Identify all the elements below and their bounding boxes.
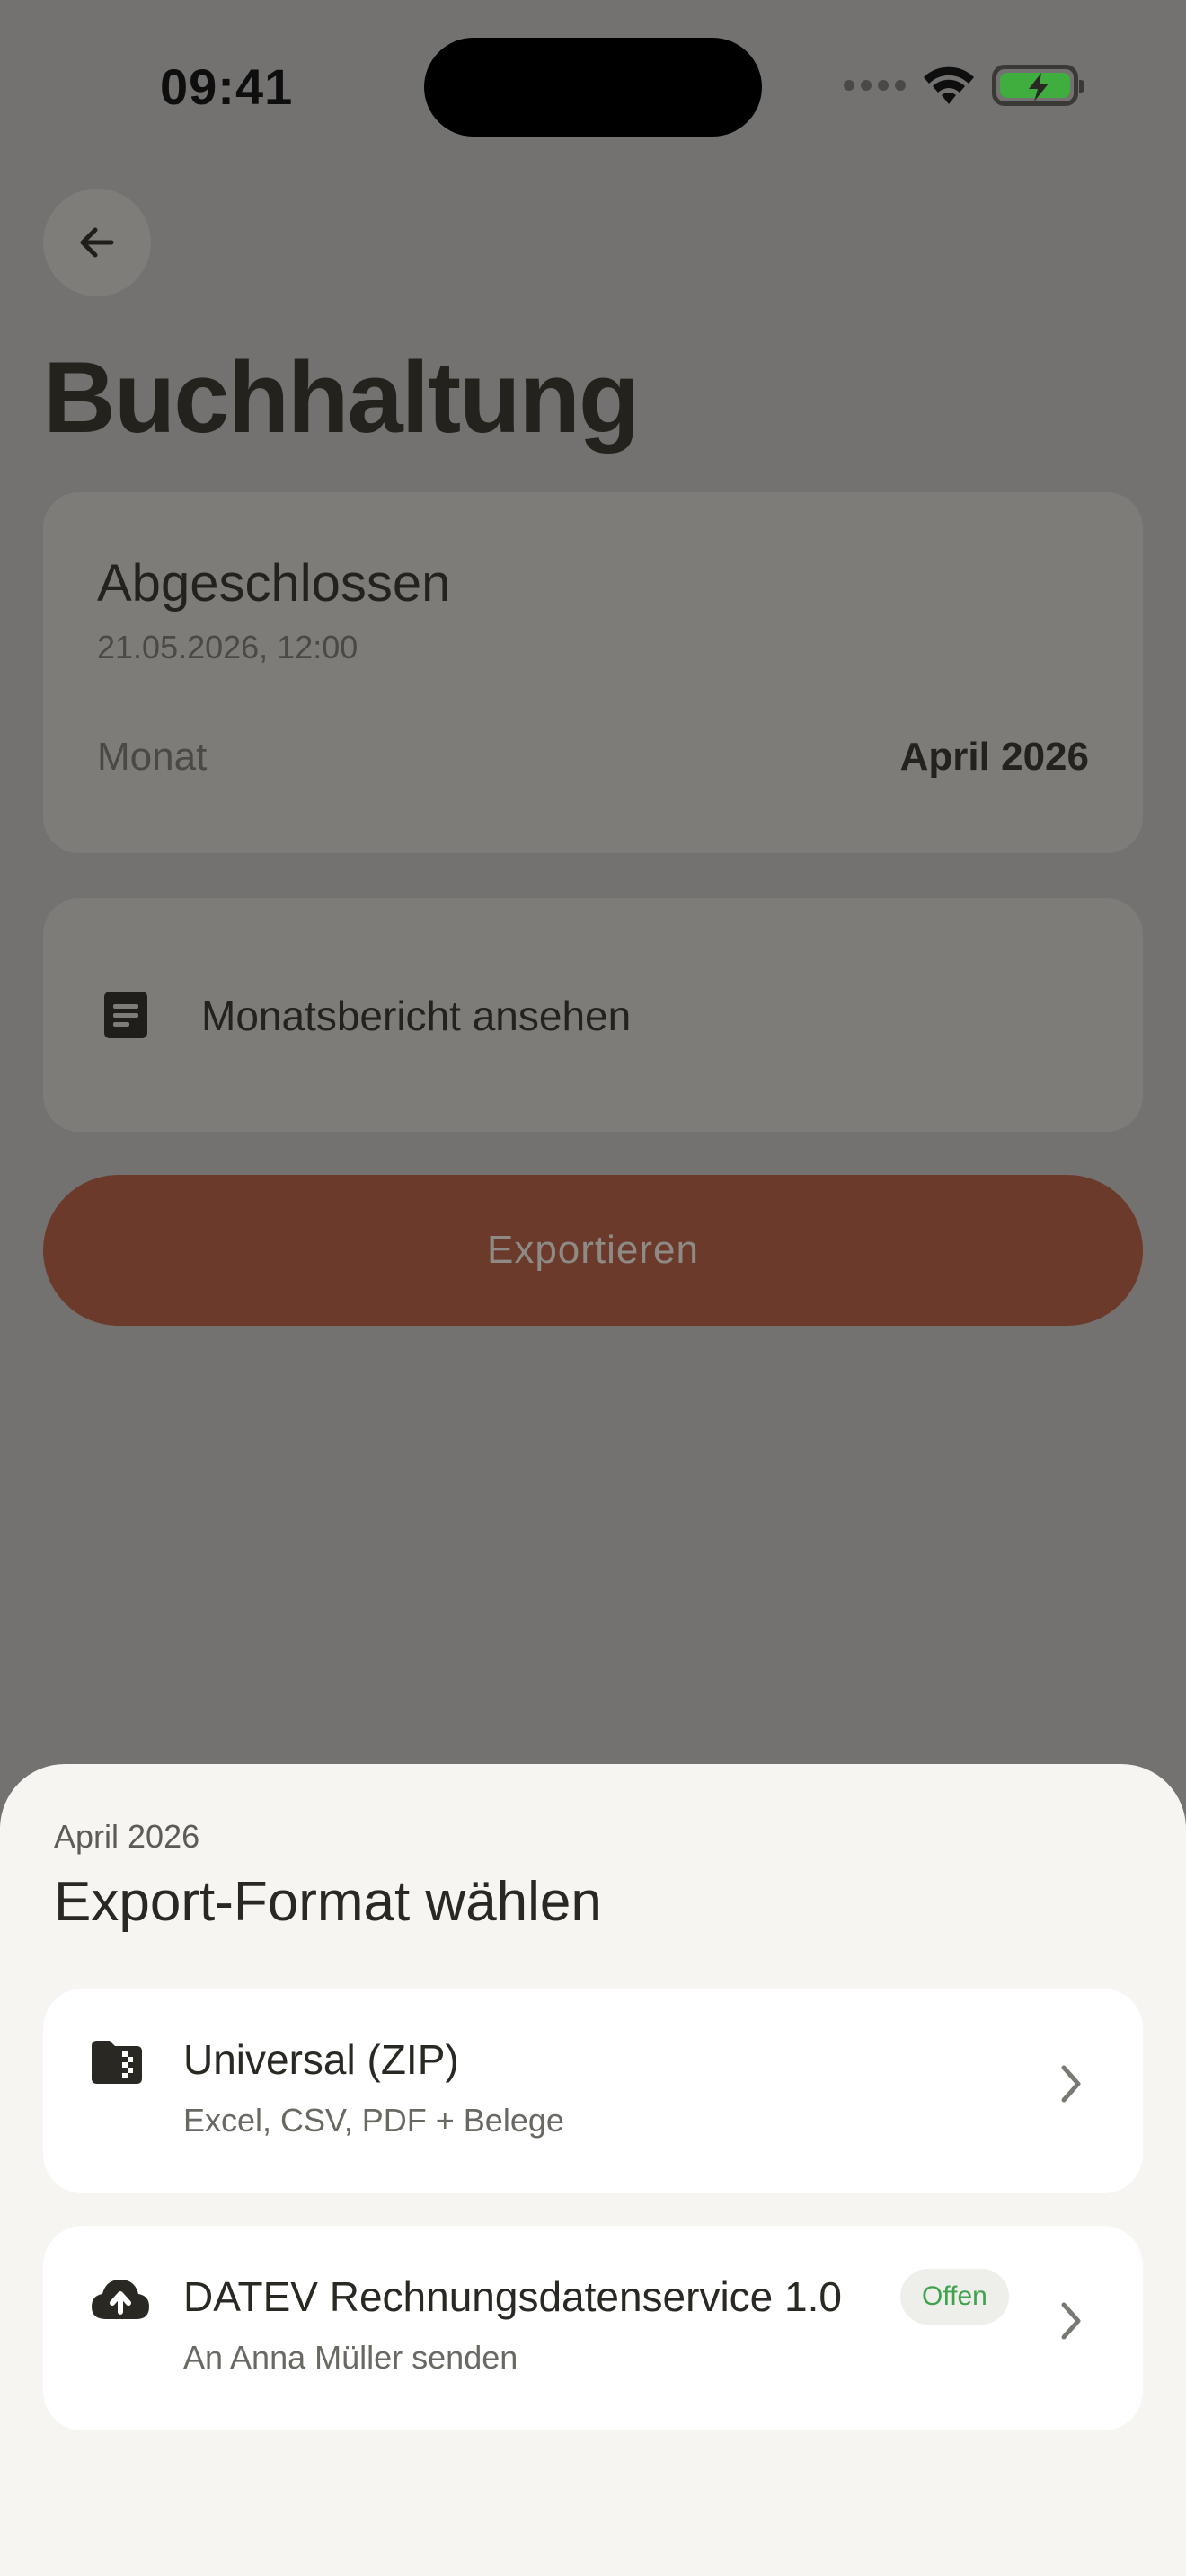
status-badge: Offen <box>900 2269 1009 2325</box>
page-title: Buchhaltung <box>43 341 640 454</box>
export-button[interactable]: Exportieren <box>43 1175 1143 1326</box>
status-icons <box>844 65 1084 106</box>
accounting-status-card: Abgeschlossen 21.05.2026, 12:00 Monat Ap… <box>43 492 1143 853</box>
zip-folder-icon <box>92 2041 142 2084</box>
option-title: Universal (ZIP) <box>183 2036 459 2083</box>
wifi-icon <box>924 66 974 104</box>
cloud-upload-icon <box>92 2280 149 2319</box>
document-icon <box>104 992 147 1038</box>
month-value: April 2026 <box>899 735 1089 779</box>
export-format-sheet: April 2026 Export-Format wählen Universa… <box>0 1764 1186 2576</box>
battery-icon <box>992 65 1084 106</box>
cellular-signal-icon <box>844 80 906 91</box>
status-time: 09:41 <box>160 58 294 115</box>
chevron-right-icon <box>1061 2302 1081 2340</box>
option-subtitle: Excel, CSV, PDF + Belege <box>183 2102 564 2139</box>
dynamic-island <box>424 38 762 137</box>
month-label: Monat <box>97 735 208 779</box>
arrow-left-icon <box>80 227 114 258</box>
option-universal-zip[interactable]: Universal (ZIP) Excel, CSV, PDF + Belege <box>43 1989 1143 2193</box>
option-title: DATEV Rechnungsdatenservice 1.0 <box>183 2273 842 2320</box>
option-subtitle: An Anna Müller senden <box>183 2339 518 2376</box>
sheet-eyebrow: April 2026 <box>54 1818 200 1855</box>
monthly-report-label: Monatsbericht ansehen <box>201 992 632 1039</box>
monthly-report-button[interactable]: Monatsbericht ansehen <box>43 898 1143 1132</box>
back-button[interactable] <box>43 189 151 296</box>
chevron-right-icon <box>1061 2065 1081 2103</box>
option-datev[interactable]: DATEV Rechnungsdatenservice 1.0 An Anna … <box>43 2226 1143 2430</box>
status-timestamp: 21.05.2026, 12:00 <box>97 629 358 666</box>
sheet-title: Export-Format wählen <box>54 1871 602 1933</box>
status-state: Abgeschlossen <box>97 554 451 613</box>
